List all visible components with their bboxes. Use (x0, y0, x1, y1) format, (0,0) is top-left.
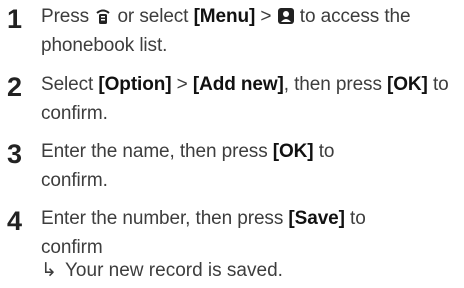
save-key-label: [Save] (288, 208, 345, 229)
step-number: 1 (7, 4, 23, 34)
step-text: Enter the number, then press [Save] to c… (41, 204, 431, 262)
step-number: 4 (7, 206, 23, 236)
option-key-label: [Option] (98, 74, 172, 95)
step-text-part: > (176, 74, 188, 95)
ok-key-label: [OK] (387, 74, 428, 95)
step-text-part: Select (41, 74, 94, 95)
result-text: ↳ Your new record is saved. (41, 256, 283, 285)
step-text: Enter the name, then press [OK] to confi… (41, 137, 341, 195)
result-message: Your new record is saved. (65, 260, 283, 281)
instruction-document: 1 Press or select [Menu] > to access the… (0, 0, 464, 288)
step-text: Select [Option] > [Add new], then press … (41, 70, 459, 128)
step-number: 2 (7, 72, 23, 102)
result-arrow-icon: ↳ (41, 260, 57, 281)
step-text: Press or select [Menu] > to access the p… (41, 2, 459, 60)
step-text-part: or select (117, 6, 189, 27)
menu-key-label: [Menu] (193, 6, 256, 27)
add-new-key-label: [Add new] (192, 74, 284, 95)
contacts-icon (277, 5, 295, 24)
step-text-part: > (260, 6, 272, 27)
step-number: 3 (7, 139, 23, 169)
phonebook-key-icon (94, 5, 112, 24)
step-text-part: Enter the number, then press (41, 208, 284, 229)
step-text-part: Enter the name, then press (41, 141, 268, 162)
ok-key-label: [OK] (272, 141, 314, 162)
step-text-part: , then press (283, 74, 382, 95)
step-text-part: Press (41, 6, 90, 27)
